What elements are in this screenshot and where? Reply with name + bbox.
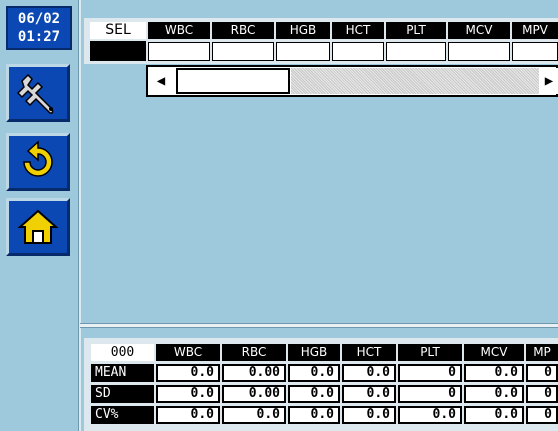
top-col-header: PLT (384, 22, 446, 39)
stat-cell: 0.0 (222, 406, 286, 424)
stat-cell: 0.0 (156, 406, 220, 424)
stat-cell: 0.00 (222, 364, 286, 382)
stat-cell: 0 (398, 385, 462, 403)
settings-button[interactable] (6, 64, 70, 122)
scroll-left-button[interactable]: ◀ (149, 68, 173, 94)
stats-id-header: 000 (91, 344, 154, 361)
stat-cell: 0.0 (398, 406, 462, 424)
scroll-track[interactable] (291, 68, 539, 94)
top-value-cell[interactable] (148, 42, 210, 61)
row-label-mean: MEAN (91, 364, 154, 382)
stat-cell: 0.0 (342, 406, 396, 424)
chevron-left-icon: ◀ (156, 73, 166, 89)
top-value-cell[interactable] (386, 42, 446, 61)
stat-cell: 0.0 (342, 364, 396, 382)
top-col-header: MCV (446, 22, 510, 39)
stats-col-header: RBC (220, 344, 286, 361)
stat-cell: 0 (398, 364, 462, 382)
stats-col-header: MP (524, 344, 558, 361)
top-value-cell[interactable] (276, 42, 330, 61)
stat-cell: 0 (526, 385, 558, 403)
stat-cell: 0 (526, 406, 558, 424)
stat-cell: 0 (526, 364, 558, 382)
clock-display: 06/02 01:27 (6, 6, 72, 50)
top-value-cell[interactable] (448, 42, 510, 61)
home-icon (17, 209, 59, 244)
stats-col-header: HCT (340, 344, 396, 361)
stat-cell: 0.0 (156, 364, 220, 382)
top-value-cell[interactable] (512, 42, 558, 61)
top-value-cell[interactable] (212, 42, 274, 61)
stat-cell: 0.0 (464, 364, 524, 382)
sel-cell[interactable] (90, 41, 146, 61)
stat-cell: 0.00 (222, 385, 286, 403)
scroll-thumb[interactable] (176, 68, 290, 94)
top-col-header: WBC (146, 22, 210, 39)
top-col-header: RBC (210, 22, 274, 39)
refresh-icon (23, 140, 53, 177)
stats-col-header: PLT (396, 344, 462, 361)
stat-cell: 0.0 (342, 385, 396, 403)
stat-cell: 0.0 (288, 364, 340, 382)
clock-time: 01:27 (17, 29, 61, 45)
top-col-header: HGB (274, 22, 330, 39)
stat-cell: 0.0 (156, 385, 220, 403)
panel-divider (80, 323, 558, 328)
home-button[interactable] (6, 198, 70, 256)
top-col-header: MPV (510, 22, 558, 39)
stat-cell: 0.0 (464, 385, 524, 403)
stat-cell: 0.0 (288, 406, 340, 424)
top-col-header: HCT (330, 22, 384, 39)
row-label-cv: CV% (91, 406, 154, 424)
refresh-button[interactable] (6, 133, 70, 191)
stats-col-header: WBC (154, 344, 220, 361)
scroll-right-button[interactable]: ▶ (540, 68, 558, 94)
wrench-icon (16, 73, 54, 114)
stat-cell: 0.0 (464, 406, 524, 424)
clock-date: 06/02 (17, 11, 61, 27)
stat-cell: 0.0 (288, 385, 340, 403)
stats-col-header: HGB (286, 344, 340, 361)
row-label-sd: SD (91, 385, 154, 403)
sel-header[interactable]: SEL (90, 22, 146, 39)
top-value-cell[interactable] (332, 42, 384, 61)
chevron-right-icon: ▶ (544, 73, 554, 89)
stats-col-header: MCV (462, 344, 524, 361)
